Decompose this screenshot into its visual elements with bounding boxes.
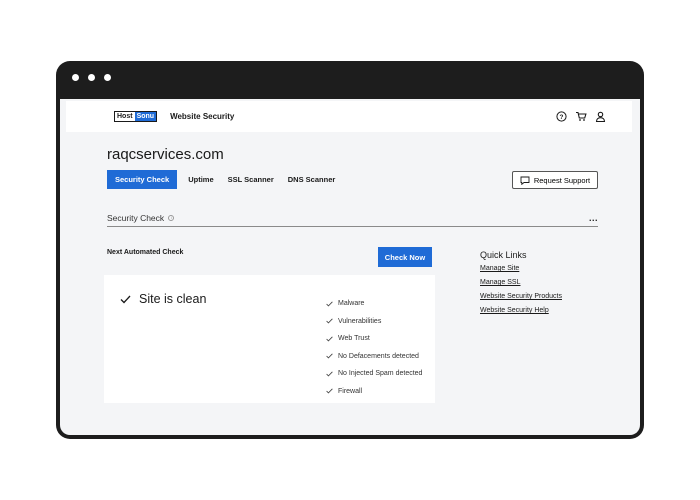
checkmark-icon: [326, 336, 333, 342]
checkmark-icon: [326, 353, 333, 359]
scan-status-text: Site is clean: [139, 292, 207, 306]
request-support-button[interactable]: Request Support: [512, 171, 598, 189]
app-screen: Host Sonu Website Security ? raqcservice…: [60, 99, 640, 435]
link-manage-ssl[interactable]: Manage SSL: [480, 279, 562, 293]
brand-logo[interactable]: Host Sonu: [114, 111, 158, 122]
check-now-button[interactable]: Check Now: [378, 247, 432, 267]
section-title: Security Check: [107, 213, 165, 223]
checkmark-icon: [120, 295, 131, 303]
header-actions: ?: [556, 111, 606, 122]
tab-uptime[interactable]: Uptime: [181, 170, 220, 189]
logo-sonu-text: Sonu: [134, 112, 157, 121]
chat-icon: [520, 176, 530, 185]
more-options-icon[interactable]: ...: [589, 214, 598, 223]
list-item: Vulnerabilities: [326, 313, 422, 331]
checkmark-icon: [326, 388, 333, 394]
user-icon[interactable]: [595, 111, 606, 122]
section-header: Security Check i ...: [107, 210, 598, 227]
checkmark-icon: [326, 318, 333, 324]
window-controls: [72, 74, 111, 81]
tab-bar: Security Check Uptime SSL Scanner DNS Sc…: [107, 170, 342, 189]
logo-host-text: Host: [117, 113, 133, 120]
next-automated-check-label: Next Automated Check: [107, 249, 184, 256]
svg-text:?: ?: [560, 114, 564, 121]
tab-dns-scanner[interactable]: DNS Scanner: [281, 170, 343, 189]
site-domain-title: raqcservices.com: [107, 146, 224, 163]
window-dot-icon[interactable]: [104, 74, 111, 81]
checkmark-icon: [326, 301, 333, 307]
list-item: Web Trust: [326, 330, 422, 348]
scan-checks-list: Malware Vulnerabilities Web Trust No Def…: [326, 295, 422, 400]
check-label: Firewall: [338, 387, 363, 395]
help-icon[interactable]: ?: [556, 111, 567, 122]
checkmark-icon: [326, 371, 333, 377]
tab-ssl-scanner[interactable]: SSL Scanner: [221, 170, 281, 189]
cart-icon[interactable]: [575, 111, 587, 122]
list-item: No Defacements detected: [326, 348, 422, 366]
browser-window: Host Sonu Website Security ? raqcservice…: [56, 61, 644, 439]
link-website-security-products[interactable]: Website Security Products: [480, 293, 562, 307]
product-name: Website Security: [170, 112, 235, 121]
window-dot-icon[interactable]: [72, 74, 79, 81]
window-dot-icon[interactable]: [88, 74, 95, 81]
check-label: No Defacements detected: [338, 352, 419, 360]
scan-status: Site is clean: [120, 292, 206, 306]
request-support-label: Request Support: [533, 175, 591, 185]
check-label: Web Trust: [338, 335, 370, 343]
list-item: No Injected Spam detected: [326, 365, 422, 383]
check-label: Vulnerabilities: [338, 317, 382, 325]
info-icon[interactable]: i: [168, 215, 175, 221]
quick-links-title: Quick Links: [480, 250, 527, 260]
list-item: Malware: [326, 295, 422, 313]
link-manage-site[interactable]: Manage Site: [480, 265, 562, 279]
link-website-security-help[interactable]: Website Security Help: [480, 307, 562, 321]
tab-security-check[interactable]: Security Check: [107, 170, 178, 189]
top-header: Host Sonu Website Security ?: [66, 101, 632, 132]
check-label: No Injected Spam detected: [338, 370, 423, 378]
quick-links-panel: Quick Links Manage Site Manage SSL Websi…: [480, 250, 562, 321]
check-label: Malware: [338, 300, 365, 308]
scan-result-card: Site is clean Malware Vulnerabilities We…: [104, 275, 435, 403]
list-item: Firewall: [326, 383, 422, 401]
